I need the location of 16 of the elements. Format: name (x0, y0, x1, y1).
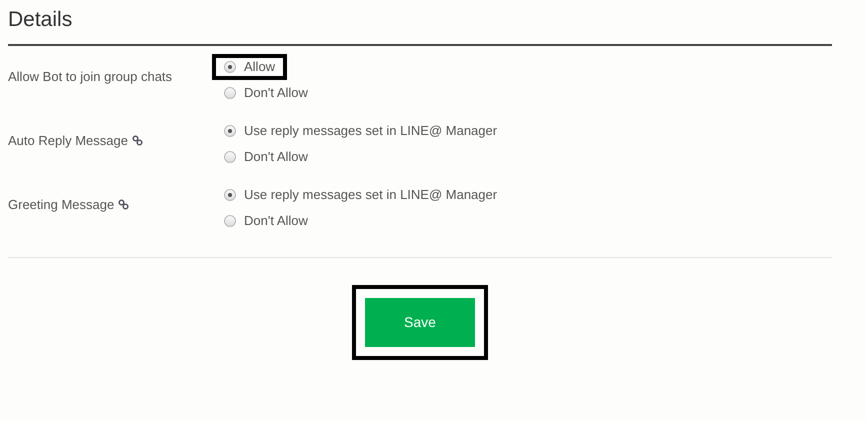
setting-label: Greeting Message (8, 196, 114, 214)
setting-label: Allow Bot to join group chats (8, 68, 172, 86)
radio-button[interactable] (224, 151, 236, 163)
radio-option[interactable]: Don't Allow (212, 80, 320, 106)
radio-button[interactable] (224, 61, 236, 73)
radio-option[interactable]: Don't Allow (212, 144, 320, 170)
section-title: Details (8, 7, 74, 33)
radio-button[interactable] (224, 189, 236, 201)
setting-label: Auto Reply Message (8, 132, 128, 150)
radio-button[interactable] (224, 87, 236, 99)
radio-button[interactable] (224, 215, 236, 227)
radio-button[interactable] (224, 125, 236, 137)
radio-option[interactable]: Use reply messages set in LINE@ Manager (212, 118, 510, 144)
radio-option[interactable]: Allow (212, 54, 288, 80)
radio-option[interactable]: Don't Allow (212, 208, 320, 234)
radio-option[interactable]: Use reply messages set in LINE@ Manager (212, 182, 510, 208)
